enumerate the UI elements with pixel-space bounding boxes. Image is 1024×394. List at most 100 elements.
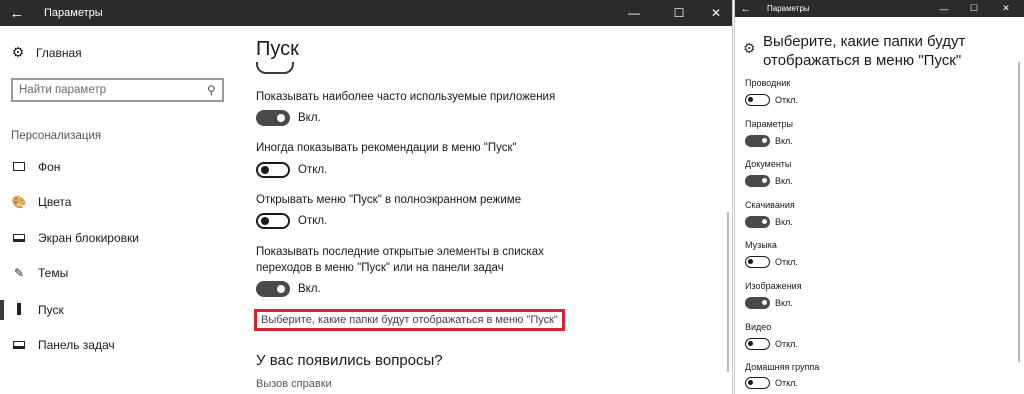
minimize-icon[interactable]: — <box>617 0 651 26</box>
folder-label: Видео <box>745 322 772 332</box>
sidebar-item-colors[interactable]: 🎨 Цвета <box>0 189 236 215</box>
settings-window-folders: ← Параметры — ☐ ✕ ⚙ Выберите, какие папк… <box>734 0 1024 394</box>
toggle-knob <box>748 259 753 264</box>
gear-icon: ⚙ <box>743 40 756 56</box>
maximize-icon[interactable]: ☐ <box>662 0 696 26</box>
folder-label: Скачивания <box>745 200 795 210</box>
toggle-switch[interactable] <box>256 162 290 178</box>
toggle-knob <box>762 178 767 183</box>
sidebar-item-background[interactable]: Фон <box>0 154 236 180</box>
toggle-state: Вкл. <box>775 217 793 227</box>
scrollbar[interactable] <box>1018 62 1020 362</box>
toggle-switch[interactable] <box>256 213 290 229</box>
setting-toggle-row: Откл. <box>256 213 327 229</box>
questions-heading: У вас появились вопросы? <box>256 352 443 369</box>
toggle-state: Откл. <box>775 95 798 105</box>
folder-label: Домашняя группа <box>745 362 820 372</box>
nav-group-label: Персонализация <box>11 130 102 142</box>
nav-home-label: Главная <box>36 45 82 60</box>
folder-label: Музыка <box>745 240 777 250</box>
folder-toggle-row: Откл. <box>745 377 798 389</box>
folder-label: Параметры <box>745 119 793 129</box>
back-arrow-icon[interactable]: ← <box>0 0 34 26</box>
title-bar: ← Параметры — ☐ ✕ <box>735 0 1024 17</box>
setting-toggle-row: Вкл. <box>256 110 321 126</box>
toggle-state: Вкл. <box>298 112 321 124</box>
scrollbar[interactable] <box>727 212 729 372</box>
window-title: Параметры <box>44 7 103 19</box>
toggle-knob <box>277 285 285 293</box>
close-icon[interactable]: ✕ <box>995 0 1017 17</box>
sidebar-item-lock-screen[interactable]: Экран блокировки <box>0 225 236 251</box>
toggle-switch[interactable] <box>745 256 770 268</box>
toggle-state: Откл. <box>298 215 328 227</box>
search-icon[interactable]: ⚲ <box>207 83 216 97</box>
toggle-knob <box>748 97 753 102</box>
background-icon <box>11 160 27 174</box>
toggle-knob <box>762 300 767 305</box>
folder-toggle-row: Откл. <box>745 338 798 350</box>
toggle-knob <box>762 138 767 143</box>
window-title: Параметры <box>767 4 810 13</box>
toggle-switch[interactable] <box>745 377 770 389</box>
sidebar-item-label: Цвета <box>38 195 72 209</box>
palette-icon: 🎨 <box>11 195 27 209</box>
lock-screen-icon <box>11 231 27 245</box>
toggle-switch[interactable] <box>745 175 770 187</box>
nav-home[interactable]: ⚙ Главная <box>10 44 82 61</box>
title-bar: ← Параметры — ☐ ✕ <box>0 0 732 26</box>
toggle-switch[interactable] <box>256 281 290 297</box>
toggle-state: Откл. <box>775 378 798 388</box>
sidebar-item-label: Фон <box>38 160 61 174</box>
toggle-knob <box>748 380 753 385</box>
search-placeholder: Найти параметр <box>19 84 107 96</box>
maximize-icon[interactable]: ☐ <box>963 0 985 17</box>
toggle-state: Вкл. <box>775 136 793 146</box>
taskbar-icon <box>11 338 27 352</box>
setting-toggle-row: Вкл. <box>256 281 321 297</box>
toggle-knob <box>762 219 767 224</box>
toggle-knob <box>261 166 269 174</box>
sidebar-item-taskbar[interactable]: Панель задач <box>0 332 236 358</box>
folder-toggle-row: Вкл. <box>745 135 793 147</box>
search-input[interactable]: Найти параметр ⚲ <box>11 78 224 102</box>
choose-folders-link[interactable]: Выберите, какие папки будут отображаться… <box>254 309 565 331</box>
setting-label: Показывать последние открытые элементы в… <box>256 246 544 274</box>
toggle-knob <box>748 341 753 346</box>
folder-toggle-row: Откл. <box>745 94 798 106</box>
page-title: Выберите, какие папки будут отображаться… <box>763 33 966 69</box>
selection-indicator <box>0 300 4 320</box>
toggle-switch[interactable] <box>745 94 770 106</box>
toggle-switch[interactable] <box>745 338 770 350</box>
toggle-state: Вкл. <box>775 176 793 186</box>
folder-toggle-row: Вкл. <box>745 297 793 309</box>
setting-label: Показывать наиболее часто используемые п… <box>256 91 556 103</box>
start-icon <box>11 302 27 318</box>
brush-icon: ✎ <box>13 266 25 280</box>
partial-toggle[interactable] <box>256 62 294 74</box>
back-arrow-icon[interactable]: ← <box>735 0 757 17</box>
toggle-switch[interactable] <box>745 135 770 147</box>
toggle-state: Откл. <box>298 164 328 176</box>
help-link[interactable]: Вызов справки <box>256 378 332 390</box>
sidebar-item-start[interactable]: Пуск <box>0 297 236 323</box>
page-title: Пуск <box>256 38 299 60</box>
sidebar-item-themes[interactable]: ✎ Темы <box>0 260 236 286</box>
toggle-state: Вкл. <box>298 283 321 295</box>
close-icon[interactable]: ✕ <box>699 0 732 26</box>
folder-toggle-row: Вкл. <box>745 216 793 228</box>
folder-label: Документы <box>745 159 792 169</box>
folder-toggle-row: Откл. <box>745 256 798 268</box>
toggle-switch[interactable] <box>256 110 290 126</box>
sidebar-item-label: Темы <box>38 266 69 280</box>
minimize-icon[interactable]: — <box>933 0 955 17</box>
folder-toggle-row: Вкл. <box>745 175 793 187</box>
toggle-state: Откл. <box>775 257 798 267</box>
toggle-knob <box>261 217 269 225</box>
toggle-switch[interactable] <box>745 216 770 228</box>
sidebar-item-label: Панель задач <box>38 338 115 352</box>
toggle-state: Вкл. <box>775 298 793 308</box>
sidebar-item-label: Пуск <box>38 303 64 317</box>
toggle-switch[interactable] <box>745 297 770 309</box>
toggle-state: Откл. <box>775 339 798 349</box>
